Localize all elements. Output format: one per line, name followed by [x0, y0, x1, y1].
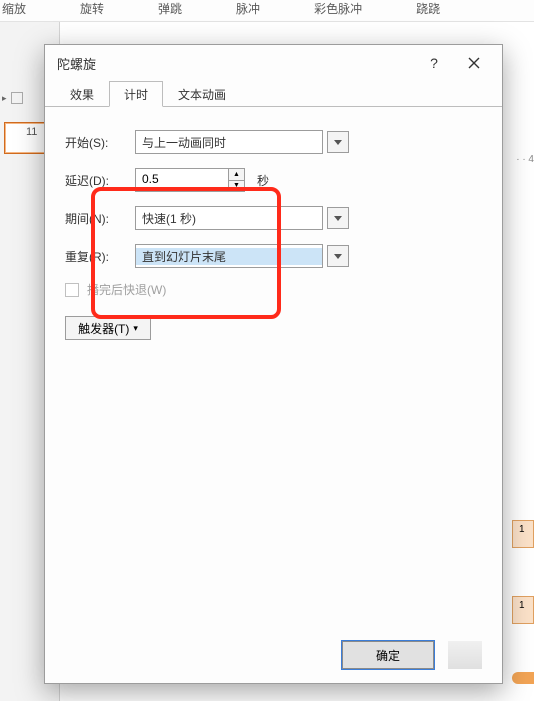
ribbon-item[interactable]: 跷跷	[416, 0, 440, 21]
dialog-titlebar: 陀螺旋 ?	[45, 45, 502, 81]
cancel-button-partial[interactable]	[448, 641, 482, 669]
start-value: 与上一动画同时	[136, 134, 322, 151]
start-label: 开始(S):	[65, 134, 127, 151]
delay-spinner[interactable]: 0.5 ▲ ▼	[135, 168, 245, 192]
dialog-tabs: 效果 计时 文本动画	[45, 81, 502, 107]
animation-timing-dialog: 陀螺旋 ? 效果 计时 文本动画 开始(S): 与上一动画同时 延迟(D): 0	[44, 44, 503, 684]
animation-marker[interactable]: 1	[512, 596, 534, 624]
ribbon-item[interactable]: 旋转	[80, 0, 104, 21]
ok-button[interactable]: 确定	[342, 641, 434, 669]
help-button[interactable]: ?	[414, 47, 454, 79]
dialog-footer: 确定	[45, 627, 502, 683]
delay-label: 延迟(D):	[65, 172, 127, 189]
triggers-button[interactable]: 触发器(T) ▾	[65, 316, 151, 340]
tab-text-animation[interactable]: 文本动画	[163, 81, 241, 107]
repeat-label: 重复(R):	[65, 248, 127, 265]
ribbon-item[interactable]: 缩放	[2, 0, 26, 21]
tab-effect[interactable]: 效果	[55, 81, 109, 107]
delay-value[interactable]: 0.5	[136, 169, 228, 191]
ribbon-item[interactable]: 弹跳	[158, 0, 182, 21]
ruler-mark: · · 4	[516, 154, 534, 165]
rewind-checkbox-row[interactable]: 播完后快退(W)	[65, 281, 482, 298]
dialog-body: 开始(S): 与上一动画同时 延迟(D): 0.5 ▲ ▼ 秒	[45, 107, 502, 627]
duration-label: 期间(N):	[65, 210, 127, 227]
dialog-title: 陀螺旋	[57, 54, 414, 73]
start-combo-arrow[interactable]	[327, 131, 349, 153]
spin-down-button[interactable]: ▼	[229, 181, 244, 192]
spin-up-button[interactable]: ▲	[229, 169, 244, 181]
start-combo[interactable]: 与上一动画同时	[135, 130, 323, 154]
duration-combo-arrow[interactable]	[327, 207, 349, 229]
repeat-combo-arrow[interactable]	[327, 245, 349, 267]
ribbon-animation-labels: 缩放 旋转 弹跳 脉冲 彩色脉冲 跷跷	[0, 0, 534, 22]
animation-marker[interactable]: 1	[512, 520, 534, 548]
repeat-combo[interactable]: 直到幻灯片末尾	[135, 244, 323, 268]
ribbon-item[interactable]: 彩色脉冲	[314, 0, 362, 21]
tab-timing[interactable]: 计时	[109, 81, 163, 107]
close-button[interactable]	[454, 47, 494, 79]
rewind-label: 播完后快退(W)	[87, 281, 166, 298]
duration-combo[interactable]: 快速(1 秒)	[135, 206, 323, 230]
duration-value: 快速(1 秒)	[136, 210, 322, 227]
delay-unit: 秒	[257, 172, 269, 189]
slide-number: 11	[26, 126, 37, 138]
right-edge-markers: 1 1	[512, 430, 534, 701]
shape-edge	[512, 672, 534, 684]
ribbon-item[interactable]: 脉冲	[236, 0, 260, 21]
rewind-checkbox[interactable]	[65, 283, 79, 297]
repeat-value: 直到幻灯片末尾	[136, 248, 322, 265]
